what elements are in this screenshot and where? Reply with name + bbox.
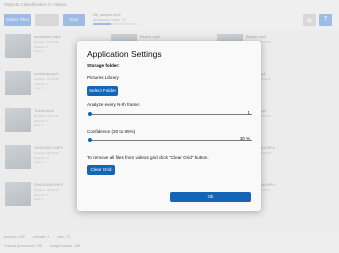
settings-dialog: Application Settings Storage folder: Pic… — [77, 41, 261, 211]
storage-folder-path: Pictures Library — [87, 75, 119, 80]
dialog-title: Application Settings — [87, 49, 162, 59]
confidence-label: Confidence (30 to 85%) — [87, 129, 136, 134]
analyze-frame-slider[interactable] — [88, 112, 252, 116]
storage-folder-label: Storage folder: — [87, 63, 120, 68]
confidence-slider-thumb[interactable] — [88, 138, 92, 142]
select-folder-button[interactable]: Select Folder — [87, 86, 118, 96]
analyze-frame-slider-thumb[interactable] — [88, 112, 92, 116]
clear-grid-hint: To remove all files from videos grid cli… — [87, 155, 209, 160]
analyze-frame-label: Analyze every N-th frame: — [87, 102, 141, 107]
confidence-slider[interactable] — [88, 138, 252, 142]
confidence-value: 30 % — [239, 136, 250, 141]
clear-grid-button[interactable]: Clear Grid — [87, 165, 115, 175]
analyze-frame-value: 1 — [247, 110, 250, 115]
ok-button[interactable]: Ok — [170, 192, 251, 202]
